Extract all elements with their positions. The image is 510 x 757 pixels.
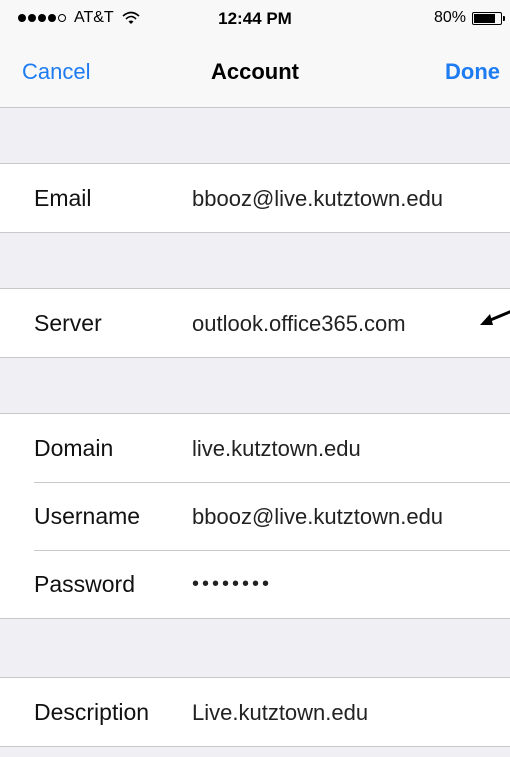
server-label: Server [34,310,102,336]
server-group: Server outlook.office365.com [0,288,510,358]
arrow-pointer-icon [480,310,510,325]
email-group: Email bbooz@live.kutztown.edu [0,163,510,233]
domain-field[interactable]: live.kutztown.edu [192,436,361,462]
page-title: Account [211,59,299,84]
status-right: 80% [433,9,505,27]
server-field[interactable]: outlook.office365.com [192,311,406,337]
password-row[interactable]: Password •••••••• [0,550,510,618]
description-label: Description [34,699,150,725]
description-field[interactable]: Live.kutztown.edu [192,700,368,726]
battery-icon [472,11,505,25]
navigation-bar: Cancel Account Done [0,40,510,108]
server-row[interactable]: Server outlook.office365.com [0,289,510,357]
email-field[interactable]: bbooz@live.kutztown.edu [192,186,443,212]
domain-label: Domain [34,435,114,461]
username-row[interactable]: Username bbooz@live.kutztown.edu [0,482,510,550]
username-field[interactable]: bbooz@live.kutztown.edu [192,504,443,530]
domain-row[interactable]: Domain live.kutztown.edu [0,414,510,482]
status-bar: AT&T 12:44 PM 80% [0,0,510,40]
password-field[interactable]: •••••••• [192,573,272,596]
email-label: Email [34,185,92,211]
email-row[interactable]: Email bbooz@live.kutztown.edu [0,164,510,232]
credentials-group: Domain live.kutztown.edu Username bbooz@… [0,413,510,619]
description-row[interactable]: Description Live.kutztown.edu [0,678,510,746]
battery-percent: 80% [433,9,466,26]
description-group: Description Live.kutztown.edu [0,677,510,747]
password-label: Password [34,571,135,597]
username-label: Username [34,503,141,529]
done-button[interactable]: Done [445,59,500,85]
battery-fill [474,13,495,23]
